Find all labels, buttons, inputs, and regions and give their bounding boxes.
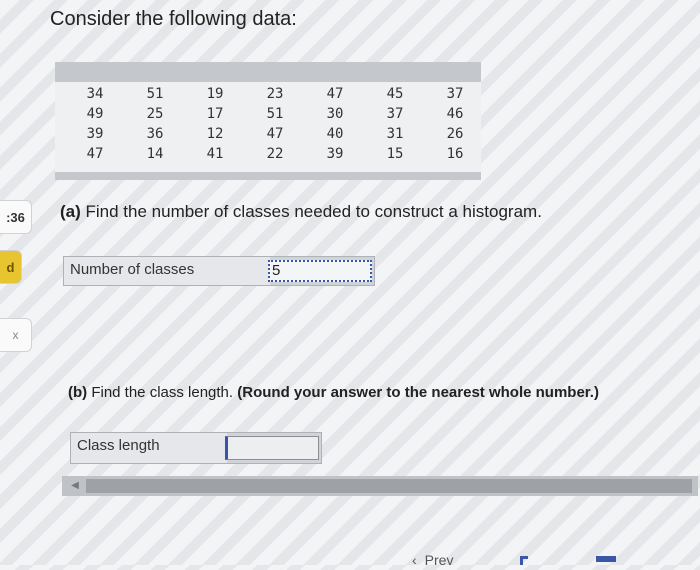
- number-of-classes-input[interactable]: 5: [268, 260, 372, 282]
- table-cell: 49: [86, 106, 104, 122]
- table-cell: 23: [266, 86, 284, 102]
- table-cell: 41: [206, 146, 224, 162]
- question-a: (a) Find the number of classes needed to…: [60, 202, 542, 222]
- table-cell: 34: [86, 86, 104, 102]
- timer-tab[interactable]: :36: [0, 200, 32, 234]
- timer-label: :36: [6, 209, 25, 225]
- table-cell: 51: [146, 86, 164, 102]
- table-cell: 46: [446, 106, 464, 122]
- table-cell: 14: [146, 146, 164, 162]
- table-cell: 37: [386, 106, 404, 122]
- table-cell: 25: [146, 106, 164, 122]
- table-cell: 12: [206, 126, 224, 142]
- question-a-text: Find the number of classes needed to con…: [80, 202, 542, 221]
- table-cell: 22: [266, 146, 284, 162]
- table-cell: 39: [326, 146, 344, 162]
- nav-bracket-icon: [520, 556, 528, 565]
- flag-label: d: [6, 259, 15, 275]
- chevron-left-icon: ‹: [412, 552, 417, 568]
- question-b-letter: (b): [68, 384, 88, 401]
- number-of-classes-label: Number of classes: [64, 257, 270, 285]
- answer-row-classes: Number of classes 5: [63, 256, 375, 286]
- table-cell: 39: [86, 126, 104, 142]
- table-cell: 51: [266, 106, 284, 122]
- answer-row-class-length: Class length: [70, 432, 322, 464]
- prev-label: Prev: [424, 552, 454, 568]
- close-icon: x: [12, 328, 19, 342]
- prev-button[interactable]: ‹ Prev: [412, 550, 453, 570]
- class-length-label: Class length: [71, 433, 227, 463]
- table-cell: 37: [446, 86, 464, 102]
- table-grid: 34 51 19 23 47 45 37 49 25 17 51 30 37 46 39 36 12 47 40 31…: [55, 82, 481, 164]
- table-cell: 19: [206, 86, 224, 102]
- question-b-text: Find the class length.: [87, 384, 238, 401]
- table-cell: 16: [446, 146, 464, 162]
- table-cell: 47: [86, 146, 104, 162]
- table-cell: 15: [386, 146, 404, 162]
- question-b-instruction: (Round your answer to the nearest whole …: [237, 384, 599, 401]
- question-b: (b) Find the class length. (Round your a…: [68, 384, 599, 401]
- close-tab[interactable]: x: [0, 318, 32, 352]
- table-header-bar: [55, 62, 481, 82]
- grid-menu-icon[interactable]: [596, 556, 616, 562]
- table-cell: 31: [386, 126, 404, 142]
- question-a-letter: (a): [60, 202, 81, 221]
- scroll-thumb[interactable]: [86, 479, 692, 493]
- question-heading: Consider the following data:: [50, 8, 297, 30]
- data-table: 34 51 19 23 47 45 37 49 25 17 51 30 37 46 39 36 12 47 40 31…: [55, 62, 481, 180]
- table-cell: 26: [446, 126, 464, 142]
- table-cell: 36: [146, 126, 164, 142]
- table-cell: 47: [326, 86, 344, 102]
- table-footer-bar: [55, 172, 481, 180]
- flag-tab[interactable]: d: [0, 250, 22, 284]
- table-cell: 30: [326, 106, 344, 122]
- table-cell: 45: [386, 86, 404, 102]
- horizontal-scrollbar[interactable]: ◀: [62, 476, 698, 496]
- class-length-input[interactable]: [225, 436, 319, 460]
- table-cell: 17: [206, 106, 224, 122]
- table-cell: 47: [266, 126, 284, 142]
- scroll-left-icon[interactable]: ◀: [66, 478, 84, 494]
- table-cell: 40: [326, 126, 344, 142]
